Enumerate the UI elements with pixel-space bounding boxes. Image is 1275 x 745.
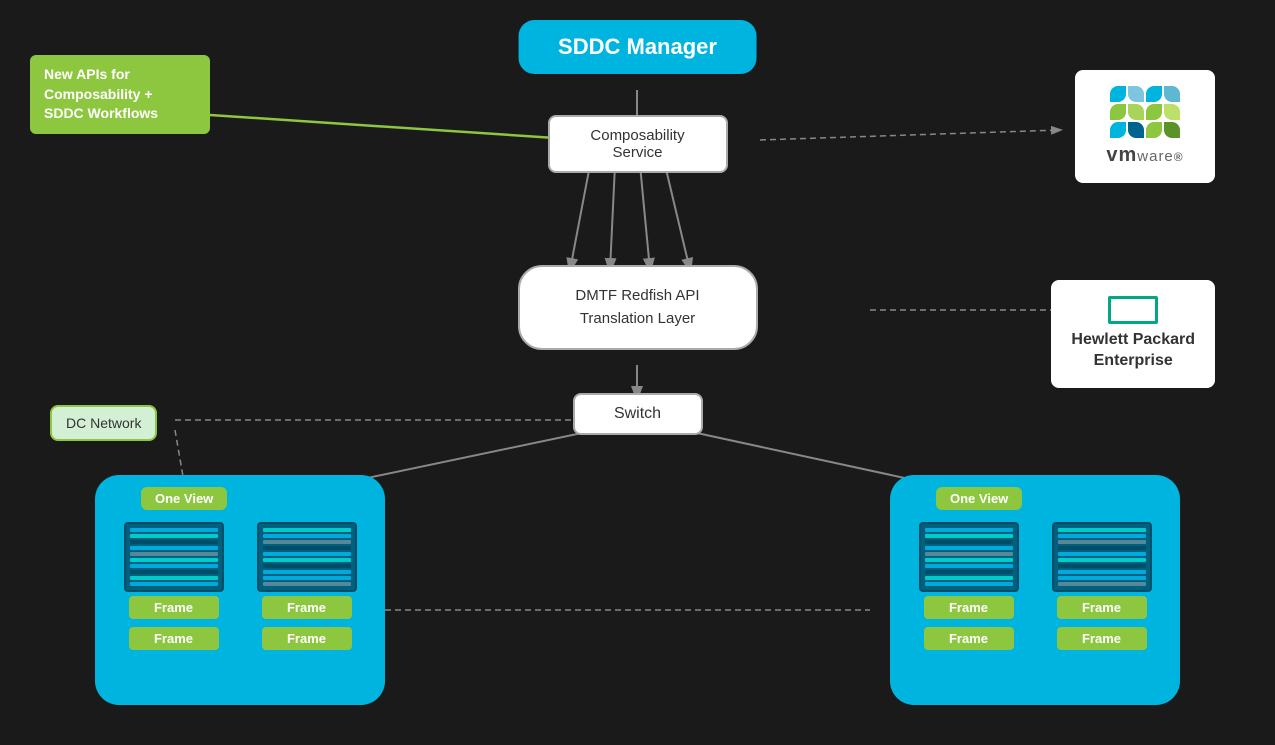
right-frame-label-4: Frame [1057,627,1147,650]
left-one-view-label: One View [141,487,227,510]
left-frame-label-3: Frame [129,627,219,650]
right-frame-label-2: Frame [1057,596,1147,619]
sddc-manager-box: SDDC Manager [518,20,757,74]
left-server-grid: Frame Frame Frame Frame [111,522,369,650]
left-cluster: One View Frame Frame [95,475,385,705]
vmware-mosaic [1110,86,1180,138]
left-server-unit-1: Frame Frame [111,522,236,650]
right-server-unit-2: Frame Frame [1039,522,1164,650]
diagram-container: New APIs for Composability + SDDC Workfl… [0,0,1275,745]
hpe-logo: Hewlett PackardEnterprise [1051,280,1215,388]
right-frame-label-3: Frame [924,627,1014,650]
right-server-grid: Frame Frame Frame Frame [906,522,1164,650]
right-server-unit-1: Frame Frame [906,522,1031,650]
right-frame-label-1: Frame [924,596,1014,619]
vmware-text: vmware® [1106,144,1183,167]
vmware-logo: vmware® [1075,70,1215,183]
left-frame-label-4: Frame [262,627,352,650]
left-rack-1 [124,522,224,592]
left-frame-label-2: Frame [262,596,352,619]
right-rack-1 [919,522,1019,592]
dc-network-box: DC Network [50,405,157,441]
right-rack-2 [1052,522,1152,592]
left-server-unit-2: Frame Frame [244,522,369,650]
dmtf-box: DMTF Redfish APITranslation Layer [518,265,758,350]
composability-service-box: ComposabilityService [548,115,728,173]
left-frame-label-1: Frame [129,596,219,619]
hpe-rect [1108,296,1158,324]
left-rack-2 [257,522,357,592]
right-one-view-label: One View [936,487,1022,510]
right-cluster: One View Frame Frame [890,475,1180,705]
hpe-text: Hewlett PackardEnterprise [1071,330,1195,372]
switch-box: Switch [573,393,703,435]
annotation-box: New APIs for Composability + SDDC Workfl… [30,55,210,134]
